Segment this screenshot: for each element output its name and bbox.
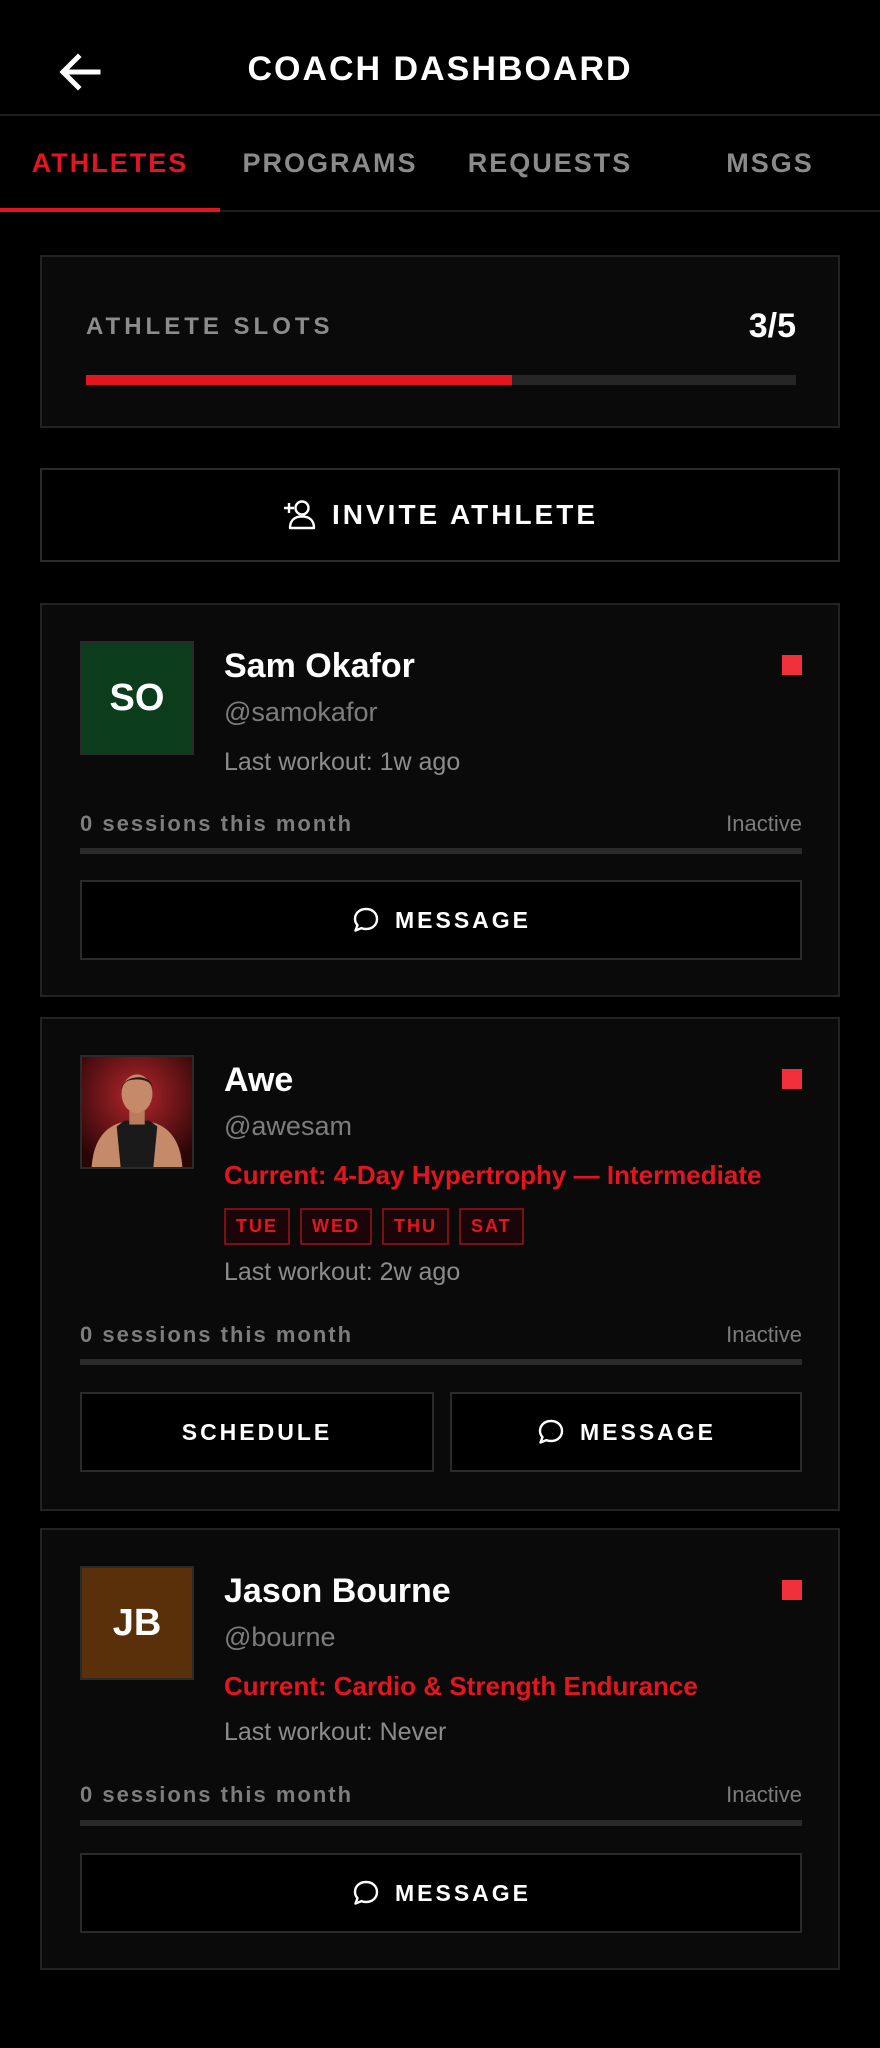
message-label: MESSAGE [394, 906, 532, 933]
athlete-name: Sam Okafor [224, 647, 415, 685]
avatar [80, 1055, 194, 1169]
athlete-slots-label: ATHLETE SLOTS [86, 313, 334, 340]
sessions-progress [80, 848, 802, 854]
athlete-name: Awe [224, 1061, 294, 1099]
tab-bar: ATHLETES PROGRAMS REQUESTS MSGS [0, 116, 880, 212]
app-header: COACH DASHBOARD [0, 0, 880, 116]
athlete-slots-count: 3/5 [748, 307, 796, 345]
chat-bubble-icon [353, 907, 379, 932]
athlete-card-sam-okafor: SO Sam Okafor @samokafor Last workout: 1… [40, 603, 840, 997]
invite-athlete-button[interactable]: INVITE ATHLETE [40, 468, 840, 562]
invite-athlete-label: INVITE ATHLETE [332, 499, 598, 530]
day-badge: THU [382, 1208, 449, 1245]
tab-athletes[interactable]: ATHLETES [0, 116, 220, 212]
last-workout: Last workout: 1w ago [224, 748, 461, 776]
schedule-label: SCHEDULE [181, 1418, 333, 1445]
current-program: Current: 4-Day Hypertrophy — Intermediat… [224, 1160, 762, 1190]
sessions-count: 0 sessions this month [80, 1322, 354, 1347]
status-indicator [782, 655, 802, 675]
status-indicator [782, 1580, 802, 1600]
message-button[interactable]: MESSAGE [80, 1853, 802, 1933]
message-label: MESSAGE [394, 1879, 532, 1906]
chat-bubble-icon [538, 1419, 564, 1444]
avatar: SO [80, 641, 194, 755]
athlete-card-awe: Awe @awesam Current: 4-Day Hypertrophy —… [40, 1017, 840, 1511]
tab-requests[interactable]: REQUESTS [440, 116, 660, 210]
tab-msgs[interactable]: MSGS [660, 116, 880, 210]
tab-programs[interactable]: PROGRAMS [220, 116, 440, 210]
athlete-slots-progress [86, 375, 796, 385]
athlete-handle: @bourne [224, 1622, 336, 1652]
status-text: Inactive [726, 811, 802, 836]
day-badge: WED [300, 1208, 372, 1245]
user-plus-icon [284, 500, 316, 530]
chat-bubble-icon [353, 1880, 379, 1905]
schedule-days: TUE WED THU SAT [224, 1208, 524, 1245]
sessions-count: 0 sessions this month [80, 811, 354, 836]
athlete-handle: @awesam [224, 1111, 352, 1141]
message-label: MESSAGE [579, 1418, 717, 1445]
athlete-name: Jason Bourne [224, 1572, 451, 1610]
day-badge: TUE [224, 1208, 290, 1245]
current-program: Current: Cardio & Strength Endurance [224, 1671, 698, 1701]
status-indicator [782, 1069, 802, 1089]
athlete-photo [82, 1057, 192, 1167]
athlete-card-jason-bourne: JB Jason Bourne @bourne Current: Cardio … [40, 1528, 840, 1970]
message-button[interactable]: MESSAGE [80, 880, 802, 960]
message-button[interactable]: MESSAGE [450, 1392, 802, 1472]
athlete-slots-progress-fill [86, 375, 512, 385]
avatar: JB [80, 1566, 194, 1680]
sessions-count: 0 sessions this month [80, 1782, 354, 1807]
page-title: COACH DASHBOARD [247, 50, 633, 88]
schedule-button[interactable]: SCHEDULE [80, 1392, 434, 1472]
day-badge: SAT [459, 1208, 524, 1245]
sessions-progress [80, 1359, 802, 1365]
status-text: Inactive [726, 1322, 802, 1347]
last-workout: Last workout: Never [224, 1718, 447, 1746]
athlete-slots-card: ATHLETE SLOTS 3/5 [40, 255, 840, 428]
last-workout: Last workout: 2w ago [224, 1258, 461, 1286]
sessions-progress [80, 1820, 802, 1826]
athlete-handle: @samokafor [224, 697, 378, 727]
status-text: Inactive [726, 1782, 802, 1807]
